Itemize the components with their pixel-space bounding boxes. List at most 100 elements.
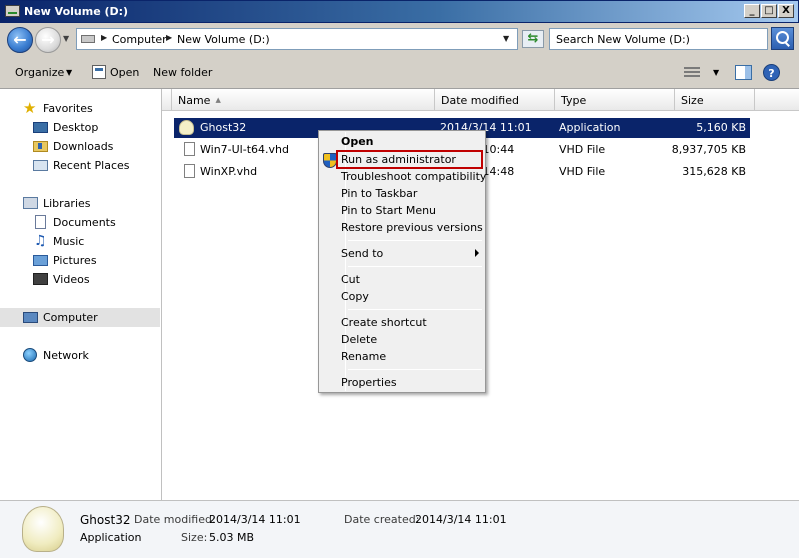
column-header-date[interactable]: Date modified	[435, 89, 555, 111]
menu-item-troubleshoot-compatibility[interactable]: Troubleshoot compatibility	[321, 168, 487, 185]
menu-item-restore-previous-versions[interactable]: Restore previous versions	[321, 219, 483, 236]
menu-item-label: Pin to Start Menu	[341, 204, 437, 217]
views-dropdown-icon[interactable]: ▼	[713, 68, 719, 77]
nav-label: Videos	[53, 273, 90, 286]
ghost-app-large-icon	[22, 506, 64, 552]
nav-downloads[interactable]: Downloads	[0, 137, 160, 156]
open-button[interactable]: Open	[110, 66, 139, 79]
arrow-right-icon: →	[41, 30, 55, 49]
change-view-icon[interactable]	[684, 67, 700, 79]
details-date-created-value: 2014/3/14 11:01	[415, 513, 507, 526]
column-header-label: Name	[178, 94, 211, 107]
new-folder-button[interactable]: New folder	[153, 66, 212, 79]
menu-item-label: Restore previous versions	[341, 221, 483, 234]
drive-icon	[81, 35, 95, 43]
menu-item-create-shortcut[interactable]: Create shortcut	[321, 314, 483, 331]
close-button[interactable]: X	[778, 4, 794, 18]
breadcrumb-arrow[interactable]: ▶	[166, 33, 172, 42]
breadcrumb-new-volume[interactable]: New Volume (D:)	[177, 33, 270, 46]
details-date-created-label: Date created:	[344, 513, 420, 526]
menu-item-label: Delete	[341, 333, 378, 346]
refresh-icon: ⇆	[527, 31, 539, 46]
open-icon[interactable]	[92, 65, 106, 79]
search-input[interactable]: Search New Volume (D:)	[549, 28, 768, 50]
window-title: New Volume (D:)	[24, 5, 129, 18]
breadcrumb-computer[interactable]: Computer	[112, 33, 167, 46]
sort-ascending-icon: ▲	[215, 96, 221, 104]
nav-favorites[interactable]: ★ Favorites	[0, 99, 160, 118]
nav-libraries[interactable]: Libraries	[0, 194, 160, 213]
ghost-app-icon	[179, 120, 194, 135]
maximize-button[interactable]: □	[761, 4, 777, 18]
nav-documents[interactable]: Documents	[0, 213, 160, 232]
menu-item-pin-to-taskbar[interactable]: Pin to Taskbar	[321, 185, 483, 202]
nav-computer[interactable]: Computer	[0, 308, 160, 327]
nav-label: Recent Places	[53, 159, 130, 172]
menu-item-open[interactable]: Open	[321, 133, 483, 150]
nav-label: Network	[43, 349, 89, 362]
details-size-label: Size:	[181, 531, 208, 544]
organize-dropdown-icon[interactable]: ▼	[66, 68, 72, 77]
menu-item-properties[interactable]: Properties	[321, 374, 483, 391]
arrow-left-icon: ←	[13, 30, 27, 49]
menu-item-copy[interactable]: Copy	[321, 288, 483, 305]
downloads-folder-icon	[33, 141, 48, 152]
column-header-size[interactable]: Size	[675, 89, 755, 111]
computer-icon	[23, 312, 38, 323]
search-button[interactable]	[771, 27, 794, 50]
nav-label: Libraries	[43, 197, 91, 210]
address-field[interactable]: ▶ Computer ▶ New Volume (D:) ▼	[76, 28, 518, 50]
forward-button[interactable]: →	[35, 27, 61, 53]
menu-item-delete[interactable]: Delete	[321, 331, 483, 348]
menu-item-label: Open	[341, 135, 374, 148]
help-icon[interactable]: ?	[763, 64, 780, 81]
menu-item-label: Create shortcut	[341, 316, 427, 329]
nav-label: Downloads	[53, 140, 114, 153]
minimize-button[interactable]: _	[744, 4, 760, 18]
file-type: Application	[559, 121, 621, 134]
column-header-type[interactable]: Type	[555, 89, 675, 111]
nav-recent-places[interactable]: Recent Places	[0, 156, 160, 175]
back-button[interactable]: ←	[7, 27, 33, 53]
menu-item-label: Cut	[341, 273, 360, 286]
details-date-modified-value: 2014/3/14 11:01	[209, 513, 301, 526]
menu-separator	[348, 266, 482, 267]
command-bar: Organize ▼ Open New folder ▼ ?	[0, 57, 799, 89]
nav-desktop[interactable]: Desktop	[0, 118, 160, 137]
nav-pictures[interactable]: Pictures	[0, 251, 160, 270]
details-pane: Ghost32 Date modified: 2014/3/14 11:01 D…	[0, 500, 799, 558]
nav-videos[interactable]: Videos	[0, 270, 160, 289]
menu-item-cut[interactable]: Cut	[321, 271, 483, 288]
refresh-button[interactable]: ⇆	[522, 30, 544, 48]
music-note-icon: ♫	[34, 233, 47, 249]
nav-music[interactable]: ♫ Music	[0, 232, 160, 251]
file-type: VHD File	[559, 165, 606, 178]
file-size: 315,628 KB	[682, 165, 746, 178]
recent-places-icon	[33, 160, 48, 171]
nav-network[interactable]: Network	[0, 346, 160, 365]
organize-button[interactable]: Organize	[15, 66, 64, 79]
film-strip-icon	[33, 273, 48, 285]
file-name: Win7-Ul-t64.vhd	[200, 143, 289, 156]
nav-label: Pictures	[53, 254, 97, 267]
nav-label: Desktop	[53, 121, 99, 134]
vhd-file-icon	[184, 164, 195, 178]
menu-item-send-to[interactable]: Send to	[321, 245, 483, 262]
menu-item-rename[interactable]: Rename	[321, 348, 483, 365]
menu-item-pin-to-start-menu[interactable]: Pin to Start Menu	[321, 202, 483, 219]
vhd-file-icon	[184, 142, 195, 156]
column-header-filler	[755, 89, 799, 111]
address-toolbar: ← → ▼ ▶ Computer ▶ New Volume (D:) ▼ ⇆ S…	[0, 23, 799, 57]
breadcrumb-arrow[interactable]: ▶	[101, 33, 107, 42]
preview-pane-icon[interactable]	[735, 65, 752, 80]
column-header-name[interactable]: Name ▲	[172, 89, 435, 111]
nav-label: Favorites	[43, 102, 93, 115]
file-type: VHD File	[559, 143, 606, 156]
menu-item-label: Troubleshoot compatibility	[341, 170, 487, 183]
menu-separator	[348, 240, 482, 241]
address-dropdown[interactable]: ▼	[503, 34, 509, 43]
file-name: Ghost32	[200, 121, 247, 134]
recent-pages-dropdown[interactable]: ▼	[63, 34, 69, 43]
menu-item-run-as-administrator[interactable]: Run as administrator	[336, 150, 483, 169]
drive-window-icon	[5, 5, 20, 17]
